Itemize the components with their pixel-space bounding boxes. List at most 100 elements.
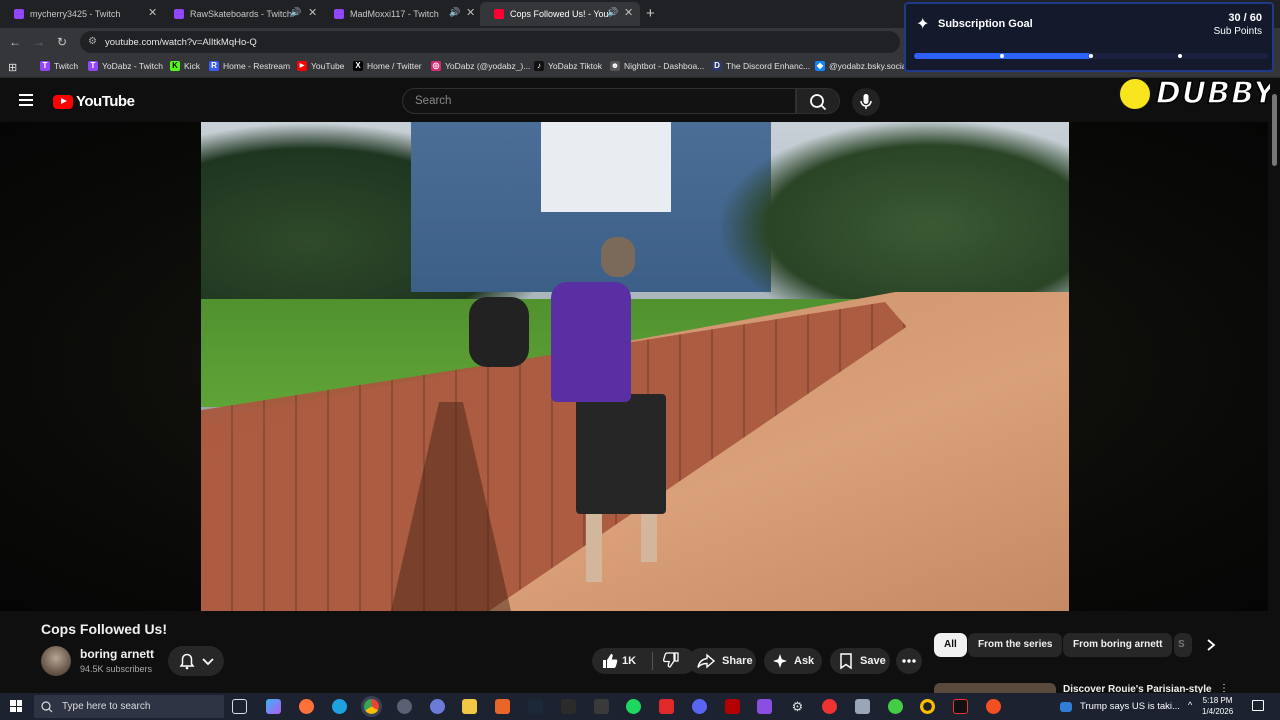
page-scrollbar[interactable]: [1270, 80, 1278, 693]
share-button[interactable]: Share: [688, 648, 756, 674]
system-clock[interactable]: 5:18 PM 1/4/2026: [1202, 695, 1233, 717]
hamburger-menu-icon[interactable]: [19, 94, 33, 106]
ask-label: Ask: [794, 655, 815, 667]
app-icon[interactable]: [430, 699, 445, 714]
chip-from-the-series[interactable]: From the series: [968, 633, 1063, 657]
site-info-icon[interactable]: ⚙: [88, 37, 98, 47]
bookmark-item[interactable]: T Twitch: [40, 61, 78, 71]
epic-games-icon[interactable]: [561, 699, 576, 714]
bookmark-item[interactable]: ▶ YouTube: [297, 61, 344, 71]
like-dislike-group: 1K: [592, 648, 696, 674]
channel-avatar[interactable]: [41, 646, 71, 676]
voice-search-button[interactable]: [852, 88, 880, 116]
sparkle-icon: [773, 654, 787, 668]
discord-icon[interactable]: [692, 699, 707, 714]
address-bar[interactable]: ⚙ youtube.com/watch?v=AlItkMqHo-Q: [80, 31, 900, 53]
file-explorer-icon[interactable]: [462, 699, 477, 714]
bookmark-item[interactable]: R Home - Restream: [209, 61, 290, 71]
apps-grid-icon[interactable]: ⊞: [8, 61, 17, 74]
windows-taskbar: Type here to search ⚙ Trump says US is t…: [0, 693, 1280, 720]
chevron-right-icon[interactable]: [1205, 637, 1217, 658]
subscriber-count: 94.5K subscribers: [80, 664, 153, 674]
speaker-icon[interactable]: 🔊: [290, 7, 301, 18]
task-view-icon[interactable]: [232, 699, 247, 714]
ask-button[interactable]: Ask: [764, 648, 822, 674]
app-icon[interactable]: [495, 699, 510, 714]
app-icon[interactable]: [757, 699, 772, 714]
close-tab-icon[interactable]: ✕: [624, 6, 633, 19]
plus-icon[interactable]: +: [646, 5, 655, 22]
save-label: Save: [860, 655, 886, 667]
goal-unit: Sub Points: [1213, 26, 1262, 37]
save-button[interactable]: Save: [830, 648, 890, 674]
copilot-icon[interactable]: [266, 699, 281, 714]
firefox-icon[interactable]: [299, 699, 314, 714]
microphone-icon: [860, 94, 872, 109]
speaker-icon[interactable]: 🔊: [607, 7, 618, 18]
close-tab-icon[interactable]: ✕: [308, 6, 317, 19]
app-icon[interactable]: [594, 699, 609, 714]
bookmark-item[interactable]: D The Discord Enhanc...: [712, 61, 810, 71]
tiktok-icon[interactable]: [953, 699, 968, 714]
app-icon[interactable]: [822, 699, 837, 714]
like-button[interactable]: 1K: [592, 652, 652, 670]
youtube-logo[interactable]: YouTube: [53, 93, 135, 110]
twitch-icon: T: [88, 61, 98, 71]
close-tab-icon[interactable]: ✕: [466, 6, 475, 19]
browser-tab[interactable]: MadMoxxi117 - Twitch 🔊 ✕: [320, 2, 482, 26]
more-actions-button[interactable]: [896, 648, 922, 674]
settings-gear-icon[interactable]: ⚙: [790, 699, 805, 714]
chrome-canary-icon[interactable]: [920, 699, 935, 714]
search-button[interactable]: [796, 88, 840, 114]
reload-icon[interactable]: ↻: [57, 35, 67, 49]
video-frame[interactable]: [201, 122, 1069, 611]
browser-tab-active[interactable]: Cops Followed Us! - YouTu 🔊 ✕: [480, 2, 640, 26]
channel-name[interactable]: boring arnett: [80, 647, 154, 661]
app-icon[interactable]: [986, 699, 1001, 714]
notification-bell-button[interactable]: [168, 646, 224, 676]
app-icon[interactable]: [725, 699, 740, 714]
scrollbar-thumb[interactable]: [1272, 94, 1277, 166]
bookmark-item[interactable]: ◎ YoDabz (@yodabz_)...: [431, 61, 530, 71]
app-icon[interactable]: [855, 699, 870, 714]
chip-all[interactable]: All: [934, 633, 967, 657]
bookmark-item[interactable]: ♪ YoDabz Tiktok: [534, 61, 602, 71]
chrome-icon[interactable]: [364, 699, 379, 714]
restream-icon: R: [209, 61, 219, 71]
windows-start-icon[interactable]: [10, 700, 22, 712]
bookmark-item[interactable]: ◆ @yodabz.bsky.socia...: [815, 61, 914, 71]
xbox-icon[interactable]: [888, 699, 903, 714]
taskbar-search-box[interactable]: Type here to search: [34, 695, 224, 718]
bookmark-item[interactable]: ☻ Nightbot - Dashboa...: [610, 61, 704, 71]
notification-center-icon[interactable]: [1252, 700, 1264, 711]
steam-icon[interactable]: [528, 699, 543, 714]
browser-tab[interactable]: RawSkateboards - Twitch 🔊 ✕: [160, 2, 322, 26]
news-widget-icon[interactable]: [1060, 702, 1072, 712]
obs-icon[interactable]: [397, 699, 412, 714]
youtube-favicon-icon: [494, 9, 504, 19]
bookmark-save-icon: [840, 653, 852, 670]
bookmark-label: YoDabz Tiktok: [548, 61, 603, 71]
chip-from-channel[interactable]: From boring arnett: [1063, 633, 1173, 657]
app-icon[interactable]: [659, 699, 674, 714]
star-badge-icon: ✦: [916, 16, 930, 33]
forward-arrow-icon[interactable]: →: [33, 35, 45, 49]
twitch-favicon-icon: [14, 9, 24, 19]
close-tab-icon[interactable]: ✕: [148, 6, 157, 19]
search-input[interactable]: Search: [402, 88, 796, 114]
bookmark-item[interactable]: K Kick: [170, 61, 200, 71]
dislike-button[interactable]: [653, 651, 681, 672]
bookmark-item[interactable]: X Home / Twitter: [353, 61, 422, 71]
recommended-video-thumbnail[interactable]: [934, 683, 1056, 693]
speaker-icon[interactable]: 🔊: [449, 7, 460, 18]
discord-enhancement-icon: D: [712, 61, 722, 71]
browser-tab[interactable]: mycherry3425 - Twitch ✕: [0, 2, 162, 26]
spotify-icon[interactable]: [626, 699, 641, 714]
news-headline[interactable]: Trump says US is taki...: [1080, 701, 1180, 712]
video-scene-head: [601, 237, 635, 277]
chip-truncated[interactable]: S: [1174, 633, 1192, 657]
back-arrow-icon[interactable]: ←: [9, 35, 21, 49]
chevron-up-icon[interactable]: ^: [1188, 700, 1192, 710]
edge-icon[interactable]: [332, 699, 347, 714]
bookmark-item[interactable]: T YoDabz - Twitch: [88, 61, 163, 71]
